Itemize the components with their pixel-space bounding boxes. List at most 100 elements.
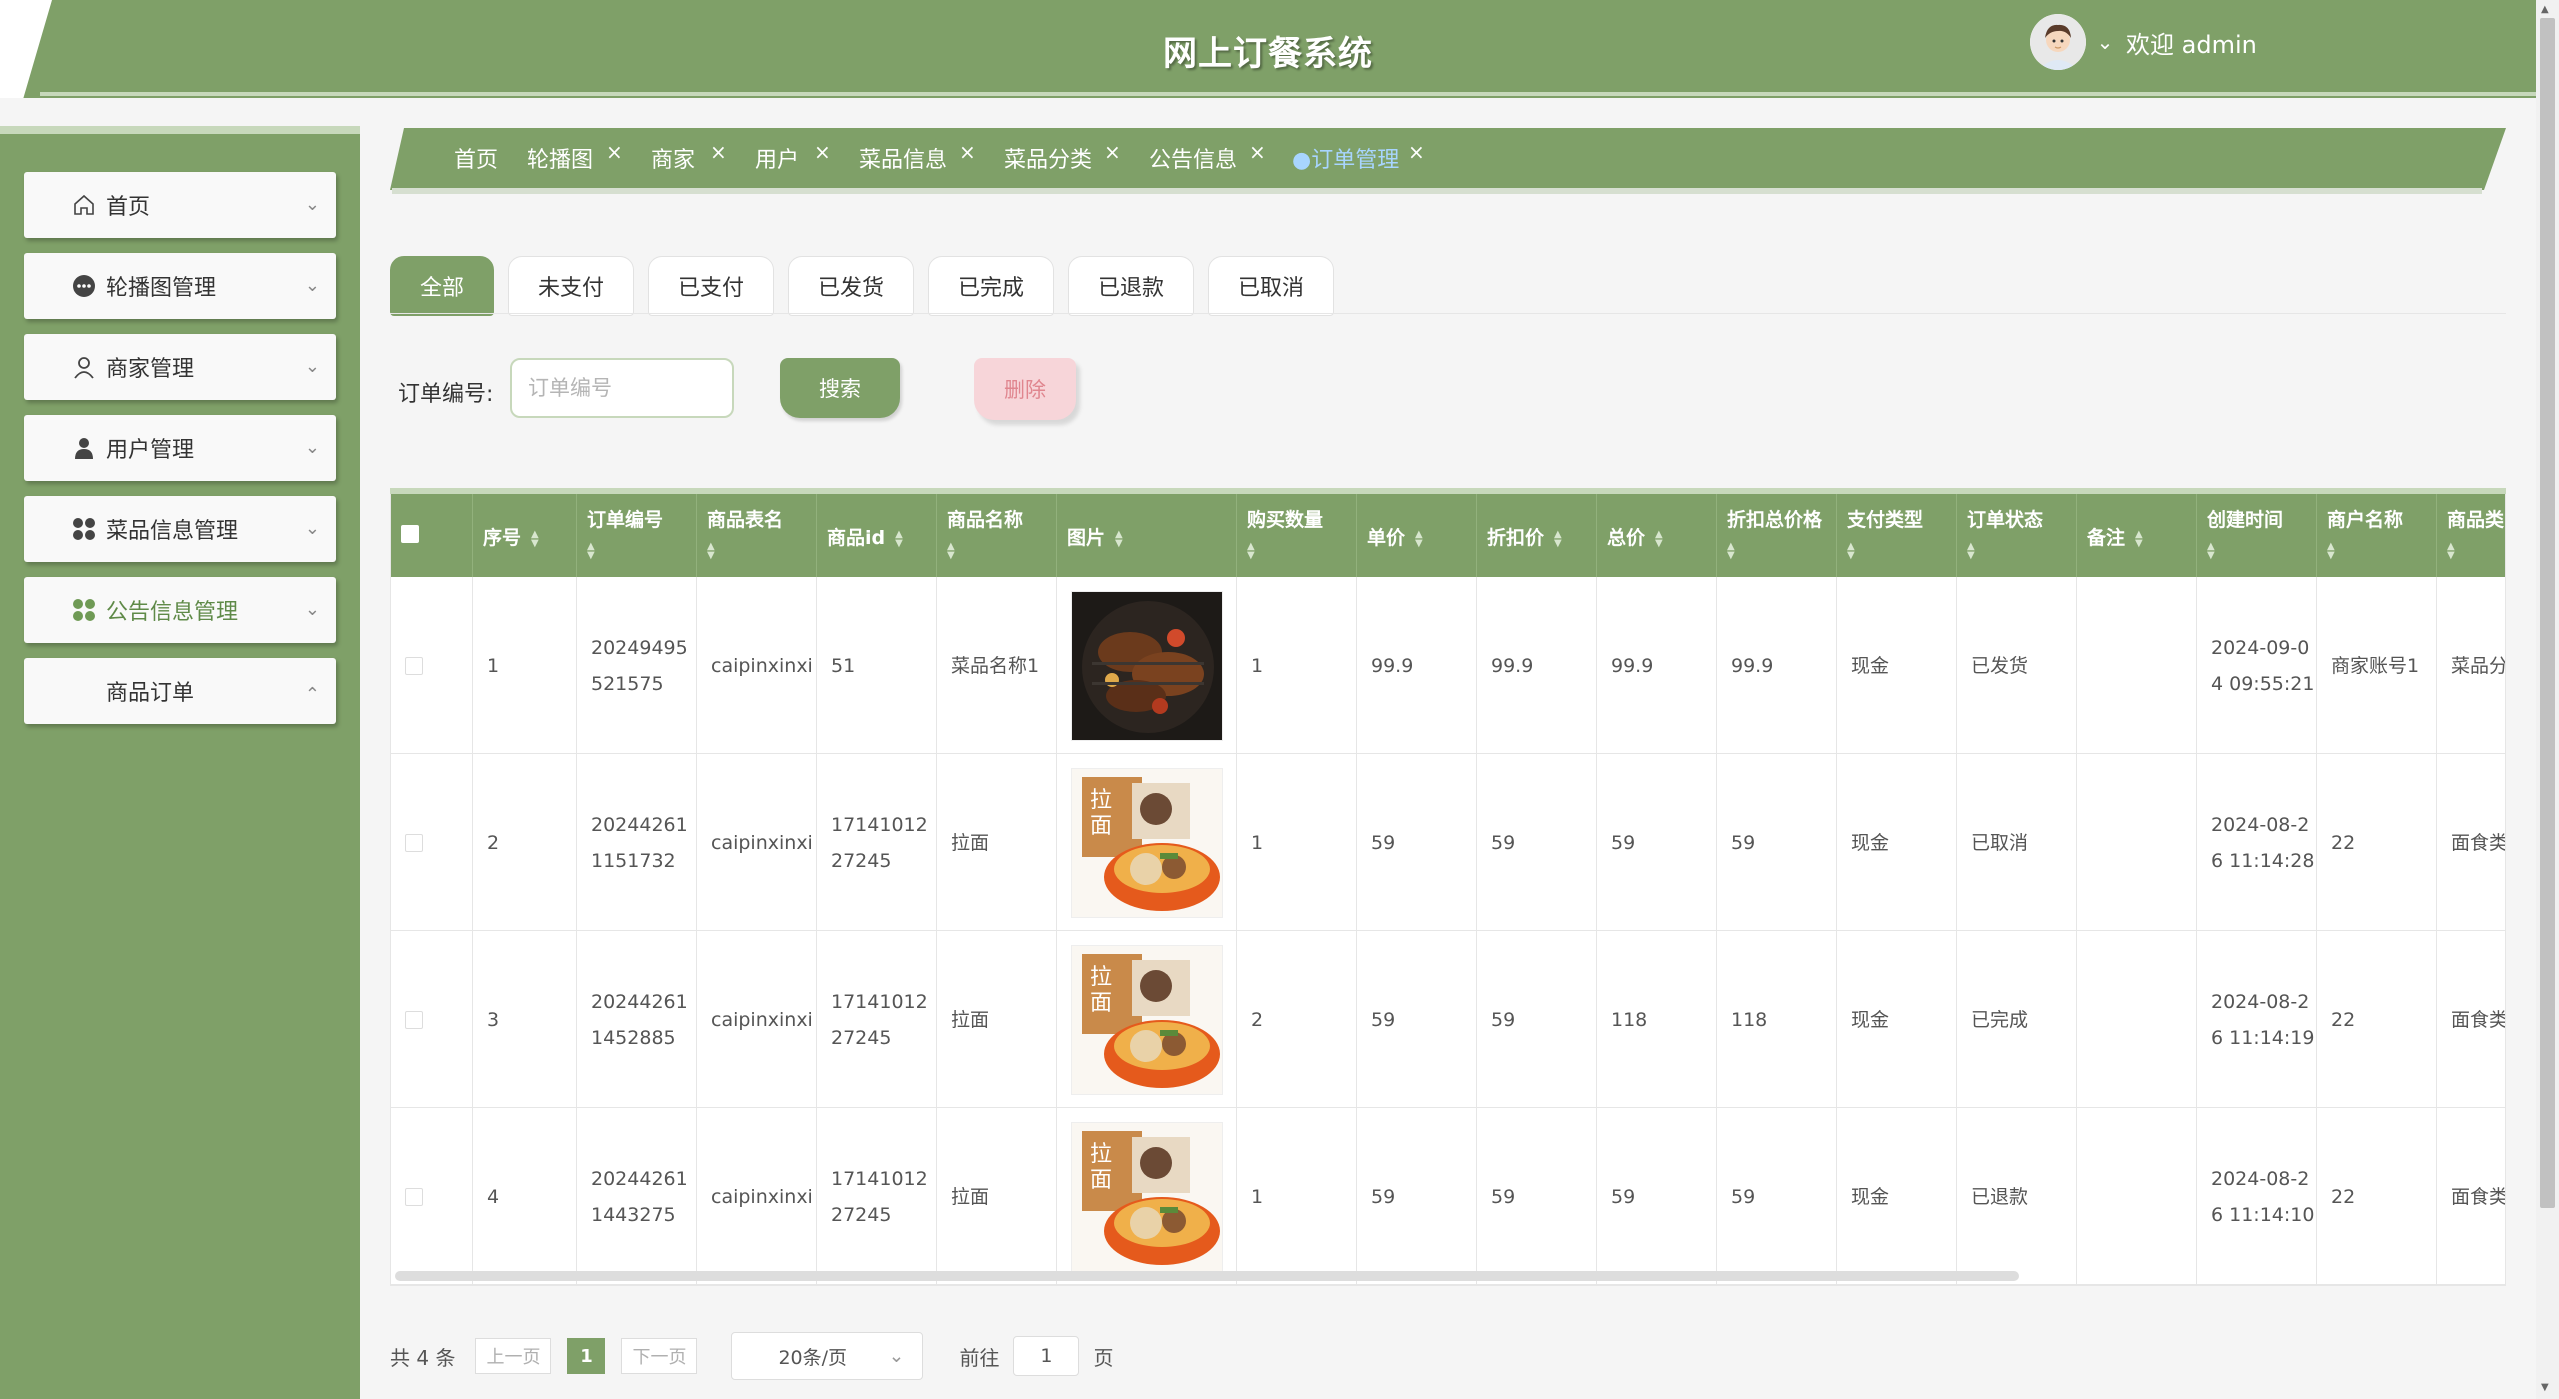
column-header[interactable]: 单价 ▲ ▼ [1357,493,1477,577]
prev-page-button[interactable]: 上一页 [475,1338,552,1374]
close-icon[interactable]: × [606,140,623,164]
table-row[interactable]: 4 202442611443275 caipinxinxi 1714101227245… [391,1108,2505,1285]
delete-button[interactable]: 删除 [974,358,1076,420]
sidebar-item-orders[interactable]: 商品订单 ⌃ [24,658,336,724]
order-number-input[interactable] [510,358,734,418]
sort-icon[interactable]: ▲ ▼ [2207,542,2316,561]
tab-order-management[interactable]: ●订单管理 [1292,142,1399,174]
table-row[interactable]: 3 202442611452885 caipinxinxi 1714101227245… [391,931,2505,1108]
user-menu[interactable]: ⌄ 欢迎 admin [2030,14,2257,70]
close-icon[interactable]: × [710,140,727,164]
sidebar-item-home[interactable]: 首页 ⌄ [24,172,336,238]
column-header[interactable]: 购买数量 ▲ ▼ [1237,493,1357,577]
column-header[interactable]: 折扣价 ▲ ▼ [1477,493,1597,577]
close-icon[interactable]: × [1104,140,1121,164]
filter-paid-button[interactable]: 已支付 [648,256,774,316]
sort-icon[interactable]: ▲ ▼ [531,529,539,548]
tab-announcement[interactable]: 公告信息 [1149,142,1237,174]
row-checkbox[interactable] [405,656,423,675]
sort-icon[interactable]: ▲ ▼ [1967,542,2076,561]
scroll-down-icon[interactable]: ▼ [2541,1382,2549,1393]
filter-unpaid-button[interactable]: 未支付 [508,256,634,316]
column-header[interactable]: 图片 ▲ ▼ [1057,493,1237,577]
sort-icon[interactable]: ▲ ▼ [2327,542,2436,561]
cell-text: 2024-08-26 11:14:28 [2211,813,2315,872]
close-icon[interactable]: × [1408,140,1425,164]
tab-merchant[interactable]: 商家 [651,142,695,174]
tab-dish-category[interactable]: 菜品分类 [1004,142,1092,174]
column-header[interactable]: 订单编号 ▲ ▼ [577,493,697,577]
sort-icon[interactable]: ▲ ▼ [1727,542,1836,561]
close-icon[interactable]: × [959,140,976,164]
column-header[interactable]: 折扣总价格 ▲ ▼ [1717,493,1837,577]
chevron-down-icon[interactable]: ⌄ [2094,30,2116,54]
search-button[interactable]: 搜索 [780,358,900,418]
table-row[interactable]: 1 20249495521575 caipinxinxi 51 菜品名称1 1 99.9 99… [391,577,2505,754]
column-header[interactable]: 商品表名 ▲ ▼ [697,493,817,577]
close-icon[interactable]: × [814,140,831,164]
column-header[interactable]: 总价 ▲ ▼ [1597,493,1717,577]
column-header[interactable]: 序号 ▲ ▼ [473,493,577,577]
column-header[interactable]: 备注 ▲ ▼ [2077,493,2197,577]
tab-carousel[interactable]: 轮播图 [527,142,593,174]
sort-icon[interactable]: ▲ ▼ [2447,542,2505,561]
sort-icon[interactable]: ▲ ▼ [587,542,696,561]
row-checkbox[interactable] [405,1187,423,1206]
filter-cancelled-button[interactable]: 已取消 [1208,256,1334,316]
header-label: 购买数量 [1247,509,1324,531]
sidebar-item-announcement[interactable]: 公告信息管理 ⌄ [24,577,336,643]
close-icon[interactable]: × [1249,140,1266,164]
sort-icon[interactable]: ▲ ▼ [1247,542,1356,561]
row-checkbox[interactable] [405,833,423,852]
scroll-up-icon[interactable]: ▲ [2541,4,2549,15]
sort-icon[interactable]: ▲ ▼ [947,542,1056,561]
ramen-image[interactable]: 拉面 [1071,944,1223,1095]
select-all-checkbox[interactable] [401,525,419,543]
tab-users[interactable]: 用户 [755,142,799,174]
sidebar-item-carousel[interactable]: 轮播图管理 ⌄ [24,253,336,319]
column-header[interactable]: 商品类 ▲ ▼ [2437,493,2505,577]
table-row[interactable]: 2 202442611151732 caipinxinxi 1714101227245… [391,754,2505,931]
sidebar-item-dish-info[interactable]: 菜品信息管理 ⌄ [24,496,336,562]
cell-text: 商家账号1 [2331,654,2420,677]
sort-icon[interactable]: ▲ ▼ [707,542,816,561]
column-header[interactable]: 创建时间 ▲ ▼ [2197,493,2317,577]
filter-shipped-button[interactable]: 已发货 [788,256,914,316]
tab-dish-info[interactable]: 菜品信息 [859,142,947,174]
column-header[interactable]: 商品名称 ▲ ▼ [937,493,1057,577]
sort-icon[interactable]: ▲ ▼ [1554,529,1562,548]
cell-text: 99.9 [1371,654,1414,677]
sidebar-item-users[interactable]: 用户管理 ⌄ [24,415,336,481]
page-size-select[interactable]: 20条/页 ⌄ [731,1332,924,1380]
column-header[interactable]: 支付类型 ▲ ▼ [1837,493,1957,577]
ramen-image[interactable]: 拉面 [1071,1121,1223,1272]
grilled-meat-image[interactable] [1071,590,1223,741]
filter-refunded-button[interactable]: 已退款 [1068,256,1194,316]
filter-completed-button[interactable]: 已完成 [928,256,1054,316]
table-cell: 2 [1237,931,1357,1108]
sort-icon[interactable]: ▲ ▼ [1847,542,1956,561]
ramen-image[interactable]: 拉面 [1071,767,1223,918]
cell-text: 1 [1251,1185,1264,1208]
page-scrollbar[interactable]: ▲ ▼ [2536,0,2559,1399]
filter-all-button[interactable]: 全部 [390,256,494,316]
sort-icon[interactable]: ▲ ▼ [2135,529,2143,548]
column-header[interactable]: 商户名称 ▲ ▼ [2317,493,2437,577]
avatar[interactable] [2030,14,2086,70]
row-checkbox[interactable] [405,1010,423,1029]
sort-icon[interactable]: ▲ ▼ [1655,529,1663,548]
page-number-current[interactable]: 1 [567,1338,606,1374]
sort-icon[interactable]: ▲ ▼ [895,529,903,548]
tab-home[interactable]: 首页 [454,142,498,174]
cell-text: 59 [1491,831,1516,854]
header-label: 商品id [827,527,886,549]
column-header[interactable]: 订单状态 ▲ ▼ [1957,493,2077,577]
scrollbar-thumb[interactable] [2540,18,2555,1208]
column-header[interactable]: 商品id ▲ ▼ [817,493,937,577]
sort-icon[interactable]: ▲ ▼ [1415,529,1423,548]
sort-icon[interactable]: ▲ ▼ [1115,529,1123,548]
goto-page-input[interactable]: 1 [1013,1336,1080,1376]
sidebar-item-merchant[interactable]: 商家管理 ⌄ [24,334,336,400]
next-page-button[interactable]: 下一页 [621,1338,698,1374]
horizontal-scrollbar[interactable] [395,1271,2019,1281]
